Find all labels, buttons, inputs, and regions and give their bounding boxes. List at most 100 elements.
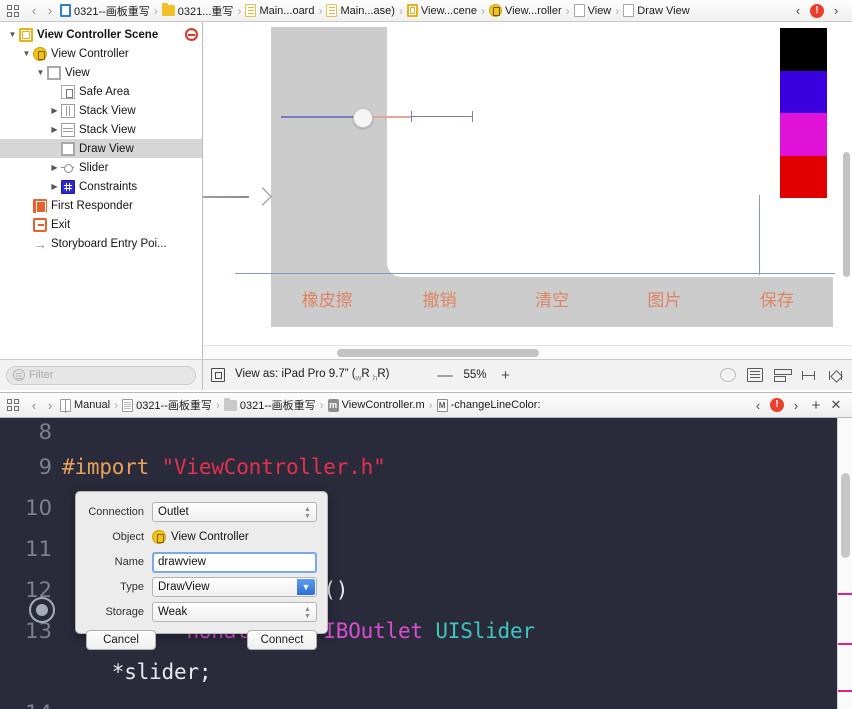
color-swatch-magenta[interactable] [780,113,827,156]
device-icon[interactable] [211,368,225,382]
slider-knob[interactable] [353,108,373,128]
breadcrumb-group[interactable]: 0321...重写 [160,3,236,19]
storage-select[interactable]: Weak ▲ ▼ [152,602,317,622]
name-input[interactable]: drawview [152,551,317,573]
code-line[interactable]: 14 [0,692,852,709]
slider-widget[interactable] [203,106,521,198]
outline-row-scene[interactable]: ▼ View Controller Scene [0,25,202,44]
jump-bar-issue-controls: ‹ ! › [790,3,848,18]
outline-row-slider[interactable]: ▶ Slider [0,158,202,177]
error-badge-icon[interactable]: ! [770,398,784,412]
outline-row-stack-view-2[interactable]: ▶ Stack View [0,120,202,139]
align-icon[interactable] [774,368,792,382]
error-badge-icon[interactable]: ! [810,3,824,18]
stepper-icon[interactable]: ▲ ▼ [303,506,312,520]
zoom-level-label[interactable]: 55% [464,369,487,381]
disclosure-triangle-icon[interactable]: ▶ [48,106,61,115]
chevron-down-icon[interactable]: ▼ [297,579,315,595]
grid-icon[interactable] [4,4,22,18]
disclosure-triangle-icon[interactable]: ▼ [20,49,33,58]
code-line[interactable]: 8 [0,418,852,446]
save-button[interactable]: 保存 [721,286,833,311]
type-value: DrawView [158,581,210,593]
outline-row-constraints[interactable]: ▶ Constraints [0,177,202,196]
prev-issue-button[interactable]: ‹ [790,3,806,18]
editor-breadcrumb-file[interactable]: m ViewController.m [326,398,427,412]
nav-back-button[interactable]: ‹ [26,3,42,18]
disclosure-triangle-icon[interactable]: ▶ [48,125,61,134]
disclosure-triangle-icon[interactable]: ▼ [6,30,19,39]
document-outline-panel[interactable]: ▼ View Controller Scene ▼ View Controlle… [0,22,203,359]
add-editor-button[interactable]: + [808,397,824,414]
prev-issue-button[interactable]: ‹ [750,398,766,413]
canvas-horizontal-scrollbar[interactable] [203,345,852,359]
color-swatch-strip[interactable] [780,28,827,198]
editor-nav-forward-button[interactable]: › [42,398,58,413]
outline-row-exit[interactable]: Exit [0,215,202,234]
editor-vertical-scrollbar[interactable] [837,418,852,709]
connection-popup[interactable]: Connection Outlet ▲ ▼ Object View Control… [75,491,328,650]
scrollbar-thumb[interactable] [841,473,850,558]
eraser-button[interactable]: 橡皮擦 [271,286,383,311]
zoom-out-button[interactable]: — [438,368,453,383]
pin-icon[interactable] [801,368,817,382]
color-swatch-red[interactable] [780,155,827,198]
editor-breadcrumb-method[interactable]: M -changeLineColor: [435,398,543,412]
connection-select[interactable]: Outlet ▲ ▼ [152,502,317,522]
outline-row-view-controller[interactable]: ▼ View Controller [0,44,202,63]
breadcrumb-scene[interactable]: View...cene [405,4,479,17]
draw-view-area[interactable] [387,27,833,277]
breadcrumb-view[interactable]: View [572,4,614,17]
zoom-in-button[interactable]: + [499,368,513,383]
stop-badge-icon[interactable] [185,28,198,41]
editor-breadcrumb-project[interactable]: 0321--画板重写 [120,397,214,413]
resolve-issues-icon[interactable] [828,368,844,382]
outline-row-entry-point[interactable]: → Storyboard Entry Poi... [0,234,202,253]
issue-marker[interactable] [838,643,852,645]
cancel-button[interactable]: Cancel [86,630,156,650]
issue-marker[interactable] [838,593,852,595]
stepper-icon[interactable]: ▲ ▼ [303,606,312,620]
type-combo[interactable]: DrawView ▼ [152,577,317,597]
storyboard-canvas[interactable]: 橡皮擦 撤销 清空 图片 保存 [203,22,852,359]
breadcrumb-project[interactable]: 0321--画板重写 [58,3,152,19]
grid-icon[interactable] [4,398,22,412]
view-as-label[interactable]: View as: iPad Pro 9.7” (wR hR) [235,368,390,382]
color-swatch-black[interactable] [780,28,827,71]
close-editor-button[interactable]: ✕ [828,397,844,413]
editor-breadcrumb-manual[interactable]: Manual [58,398,112,413]
image-button[interactable]: 图片 [608,286,720,311]
breadcrumb-storyboard-base[interactable]: Main...ase) [324,4,396,17]
code-fold-marker-icon[interactable] [29,597,55,623]
outline-row-view[interactable]: ▼ View [0,63,202,82]
filter-input[interactable]: Filter [6,365,196,385]
outline-row-safe-area[interactable]: Safe Area [0,82,202,101]
nav-forward-button[interactable]: › [42,3,58,18]
editor-nav-back-button[interactable]: ‹ [26,398,42,413]
next-issue-button[interactable]: › [828,3,844,18]
clear-button[interactable]: 清空 [496,286,608,311]
next-issue-button[interactable]: › [788,398,804,413]
device-preview[interactable]: 橡皮擦 撤销 清空 图片 保存 [203,27,835,327]
issue-marker[interactable] [838,690,852,692]
breadcrumb-view-controller[interactable]: View...roller [487,4,564,17]
disclosure-triangle-icon[interactable]: ▼ [34,68,47,77]
outline-row-stack-view-1[interactable]: ▶ Stack View [0,101,202,120]
disclosure-triangle-icon[interactable]: ▶ [48,182,61,191]
breadcrumb-storyboard[interactable]: Main...oard [243,4,316,17]
editor-breadcrumb-group[interactable]: 0321--画板重写 [222,397,318,413]
canvas-vertical-scrollbar[interactable] [843,152,850,277]
color-swatch-blue[interactable] [780,70,827,113]
code-line[interactable]: *slider; [0,651,852,692]
folder-icon [161,3,175,16]
update-frames-icon[interactable] [720,368,736,382]
embed-in-icon[interactable] [747,368,763,382]
scrollbar-thumb[interactable] [337,349,539,357]
connect-button[interactable]: Connect [247,630,317,650]
outline-row-draw-view[interactable]: Draw View [0,139,202,158]
code-line[interactable]: 9 #import "ViewController.h" [0,446,852,487]
breadcrumb-draw-view[interactable]: Draw View [621,4,691,17]
disclosure-triangle-icon[interactable]: ▶ [48,163,61,172]
undo-button[interactable]: 撤销 [383,286,495,311]
outline-row-first-responder[interactable]: First Responder [0,196,202,215]
